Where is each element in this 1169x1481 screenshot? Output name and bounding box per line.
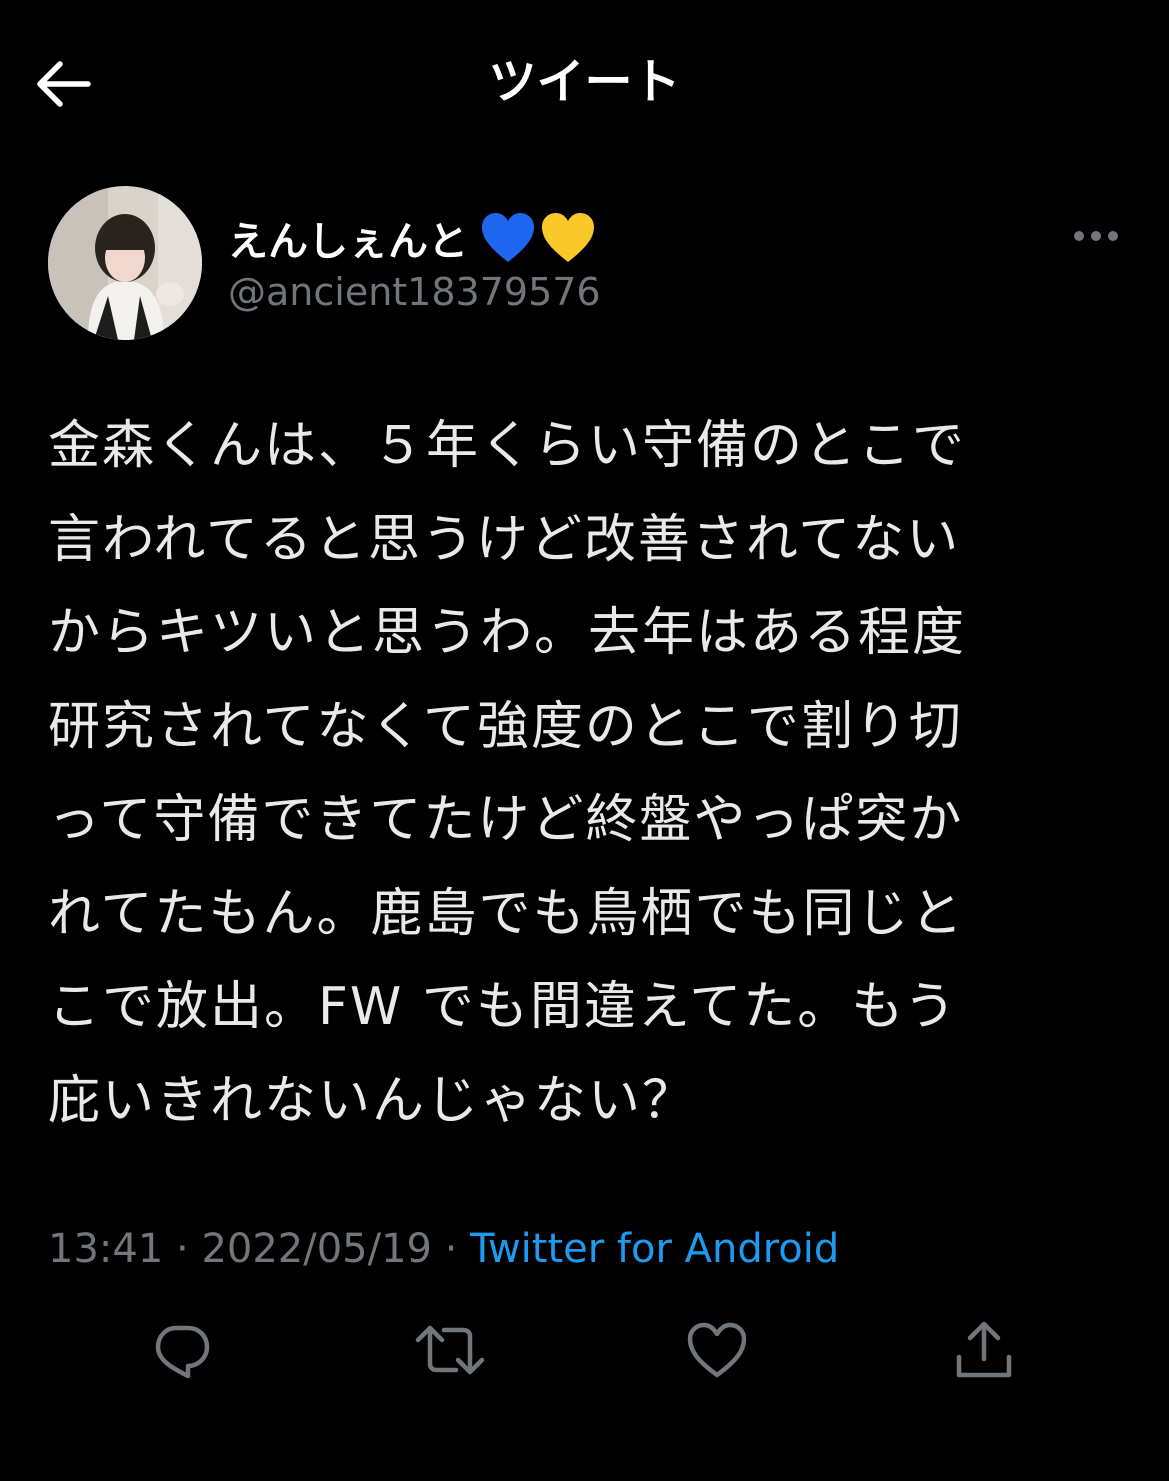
tweet-time: 13:41 xyxy=(48,1226,164,1272)
meta-separator: · xyxy=(163,1226,202,1272)
retweet-button[interactable] xyxy=(410,1310,490,1390)
reply-icon xyxy=(155,1325,210,1379)
more-horizontal-icon xyxy=(1074,231,1118,241)
author-row: えんしぇんと @ancient18379576 xyxy=(0,180,1169,350)
display-name-text: えんしぇんと xyxy=(228,219,468,265)
tweet-text: 金森くんは、５年くらい守備のとこで 言われてると思うけど改善されてない からキツ… xyxy=(48,416,967,1131)
avatar[interactable] xyxy=(48,186,202,340)
source-link[interactable]: Twitter for Android xyxy=(470,1226,839,1272)
share-icon xyxy=(956,1321,1012,1378)
tweet-date: 2022/05/19 xyxy=(201,1226,432,1272)
meta-separator: · xyxy=(431,1226,471,1272)
heart-icon xyxy=(687,1322,747,1378)
top-bar: ツイート xyxy=(0,0,1169,160)
action-bar xyxy=(0,1310,1169,1400)
retweet-icon xyxy=(415,1325,485,1375)
more-options-button[interactable] xyxy=(1064,216,1128,256)
reply-button[interactable] xyxy=(142,1310,222,1390)
user-handle[interactable]: @ancient18379576 xyxy=(228,268,601,316)
like-button[interactable] xyxy=(677,1310,757,1390)
share-button[interactable] xyxy=(944,1310,1024,1390)
page-title: ツイート xyxy=(488,54,681,110)
tweet-meta: 13:41 · 2022/05/19 · Twitter for Android xyxy=(48,1222,839,1276)
